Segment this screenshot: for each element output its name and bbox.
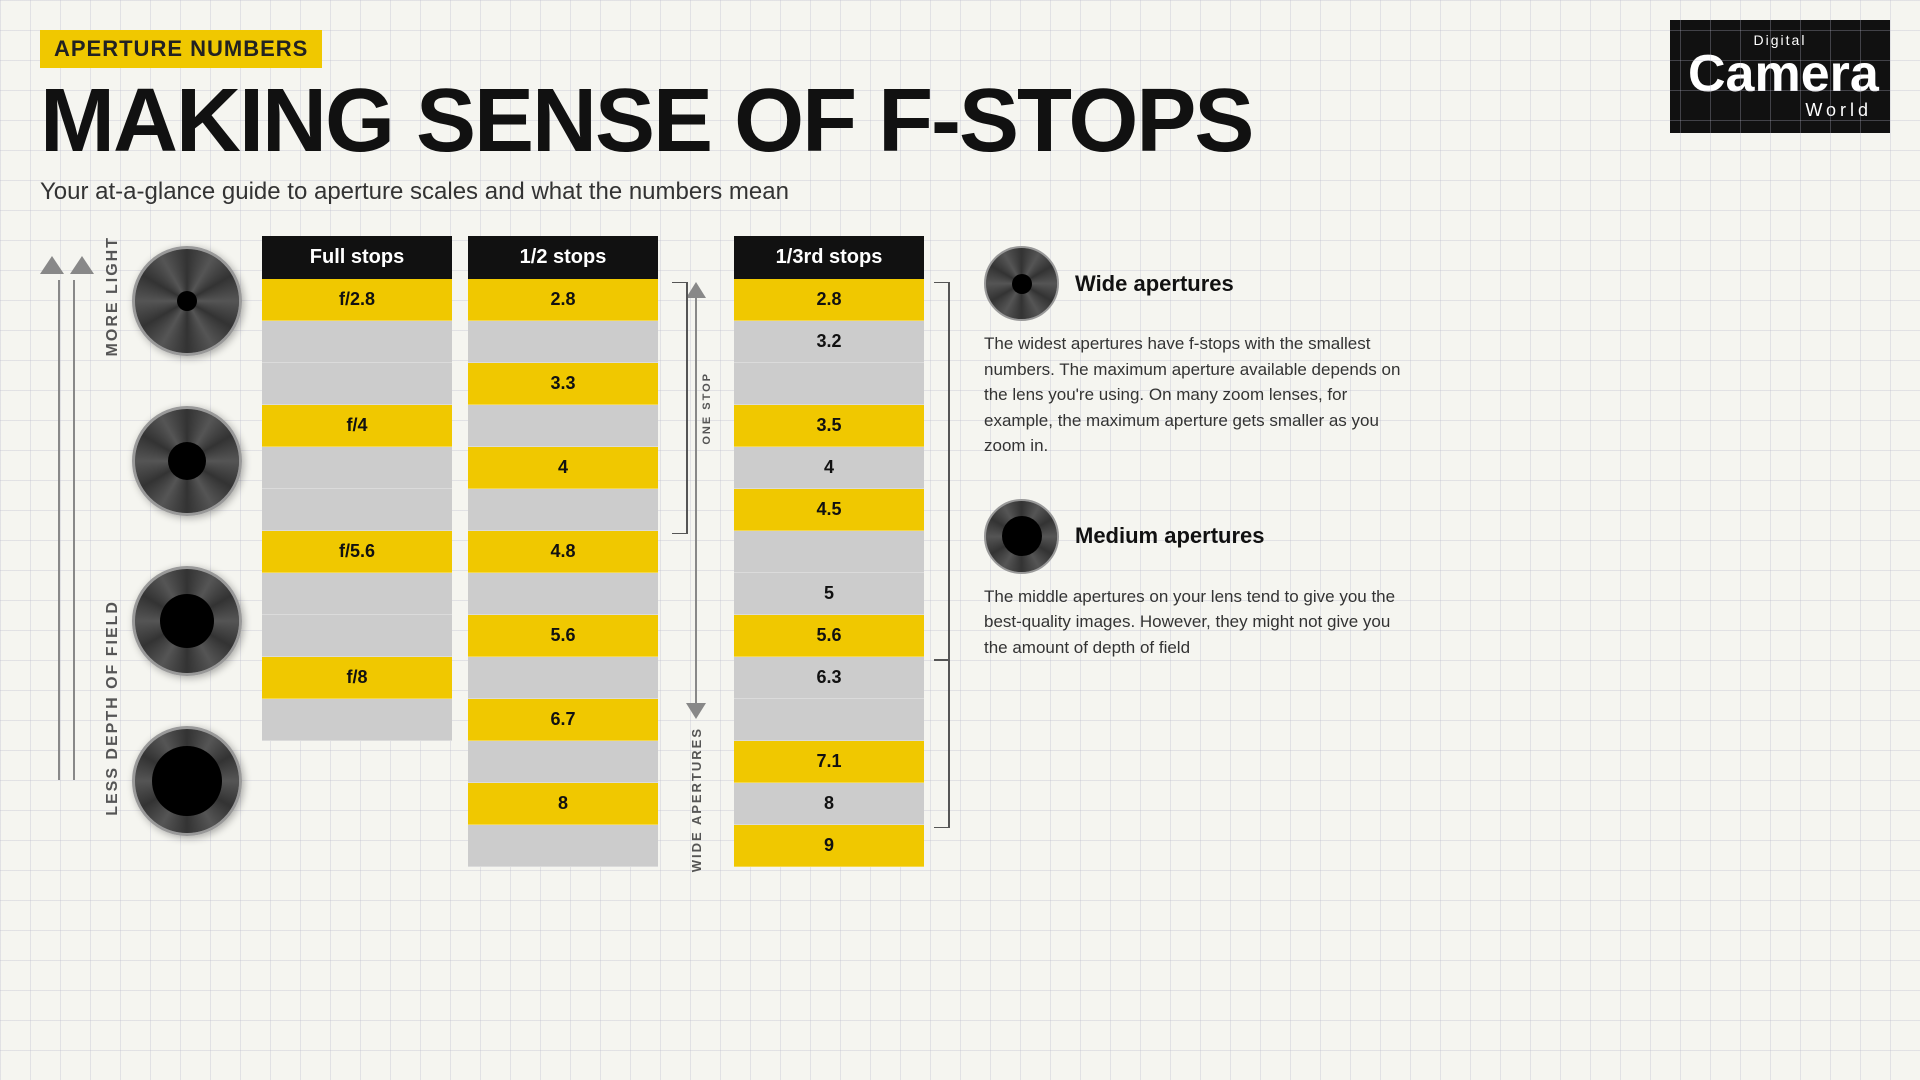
third-stops-header: 1/3rd stops — [734, 236, 924, 279]
more-light-label: MORE LIGHT — [104, 236, 122, 356]
aperture-circle-2 — [132, 406, 242, 516]
table-row: 4 — [734, 447, 924, 489]
half-stops-header: 1/2 stops — [468, 236, 658, 279]
aperture-circle-4 — [132, 726, 242, 836]
table-row: 3.3 — [468, 363, 658, 405]
left-arrow-line — [52, 280, 82, 780]
table-row: 2.8 — [468, 279, 658, 321]
one-stop-bracket: ONE STOP — [667, 282, 713, 534]
full-stops-header: Full stops — [262, 236, 452, 279]
table-row: 3.2 — [734, 321, 924, 363]
table-row — [734, 363, 924, 405]
table-row — [262, 321, 452, 363]
table-row — [468, 489, 658, 531]
tables-wrapper: Full stops f/2.8 f/4 f/5.6 f/8 1/2 stops… — [262, 236, 924, 872]
wide-arrow-down — [686, 703, 706, 719]
table-row: f/8 — [262, 657, 452, 699]
table-row: 7.1 — [734, 741, 924, 783]
table-row — [262, 699, 452, 741]
right-info-panel: Wide apertures The widest apertures have… — [984, 236, 1404, 700]
table-row — [468, 657, 658, 699]
wide-aperture-hole — [1012, 274, 1032, 294]
medium-apertures-info: Medium apertures The middle apertures on… — [984, 499, 1404, 661]
aperture-hole-2 — [168, 442, 206, 480]
third-bracket-bottom — [929, 660, 954, 828]
half-stops-table: 1/2 stops 2.8 3.3 4 4.8 5.6 6.7 8 — [468, 236, 658, 867]
wide-apertures-label: WIDE APERTURES — [689, 727, 704, 872]
table-row: 8 — [468, 783, 658, 825]
table-row: 4.8 — [468, 531, 658, 573]
aperture-hole-1 — [177, 291, 197, 311]
table-row — [262, 489, 452, 531]
third-bracket-top — [929, 282, 954, 660]
table-row: 9 — [734, 825, 924, 867]
medium-apertures-header: Medium apertures — [984, 499, 1404, 574]
arrow-up-1 — [40, 256, 64, 274]
table-row: 8 — [734, 783, 924, 825]
third-stops-wrapper: 1/3rd stops 2.8 3.2 3.5 4 4.5 5 5.6 6.3 … — [734, 236, 924, 867]
third-bracket-svg — [929, 282, 954, 660]
one-stop-label: ONE STOP — [701, 372, 713, 445]
table-row — [262, 363, 452, 405]
wide-apertures-header: Wide apertures — [984, 246, 1404, 321]
wide-aperture-icon — [984, 246, 1059, 321]
table-row — [468, 825, 658, 867]
table-row — [734, 531, 924, 573]
table-row — [468, 741, 658, 783]
third-stops-table: 1/3rd stops 2.8 3.2 3.5 4 4.5 5 5.6 6.3 … — [734, 236, 924, 867]
table-row: 4.5 — [734, 489, 924, 531]
full-stops-table: Full stops f/2.8 f/4 f/5.6 f/8 — [262, 236, 452, 741]
bracket-svg — [667, 282, 697, 534]
table-row: 3.5 — [734, 405, 924, 447]
up-arrows — [40, 256, 94, 274]
table-row — [734, 699, 924, 741]
wide-apertures-info: Wide apertures The widest apertures have… — [984, 246, 1404, 459]
left-side: MORE LIGHT LESS DEPTH OF FIELD — [40, 236, 242, 836]
table-row: 6.7 — [468, 699, 658, 741]
wide-apertures-title: Wide apertures — [1075, 271, 1234, 297]
medium-apertures-title: Medium apertures — [1075, 523, 1265, 549]
aperture-circle-1 — [132, 246, 242, 356]
aperture-circles — [132, 246, 242, 836]
arrows-column — [40, 256, 94, 780]
half-stops-wrapper: 1/2 stops 2.8 3.3 4 4.8 5.6 6.7 8 — [468, 236, 658, 867]
wide-apertures-text: The widest apertures have f-stops with t… — [984, 331, 1404, 459]
medium-aperture-icon — [984, 499, 1059, 574]
table-row: 2.8 — [734, 279, 924, 321]
main-content: Aperture Numbers MAKING SENSE OF F-STOPS… — [0, 0, 1920, 902]
table-row: 5.6 — [468, 615, 658, 657]
aperture-circle-3 — [132, 566, 242, 676]
table-row: 6.3 — [734, 657, 924, 699]
arrow-up-2 — [70, 256, 94, 274]
table-row: 4 — [468, 447, 658, 489]
third-bracket-bottom-svg — [929, 660, 954, 828]
aperture-hole-3 — [160, 594, 214, 648]
table-row: f/2.8 — [262, 279, 452, 321]
table-row — [468, 405, 658, 447]
medium-apertures-text: The middle apertures on your lens tend t… — [984, 584, 1404, 661]
page-subtitle: Your at-a-glance guide to aperture scale… — [40, 178, 1880, 206]
table-row: f/5.6 — [262, 531, 452, 573]
table-row — [262, 573, 452, 615]
table-row — [468, 573, 658, 615]
less-depth-label: LESS DEPTH OF FIELD — [104, 600, 122, 816]
page-title: MAKING SENSE OF F-STOPS — [40, 76, 1880, 166]
table-row — [262, 615, 452, 657]
medium-aperture-hole — [1002, 516, 1042, 556]
aperture-badge: Aperture Numbers — [40, 30, 322, 68]
table-row — [262, 447, 452, 489]
main-area: MORE LIGHT LESS DEPTH OF FIELD — [40, 236, 1880, 872]
table-row: 5.6 — [734, 615, 924, 657]
table-row: 5 — [734, 573, 924, 615]
aperture-hole-4 — [152, 746, 222, 816]
table-row: f/4 — [262, 405, 452, 447]
table-row — [468, 321, 658, 363]
